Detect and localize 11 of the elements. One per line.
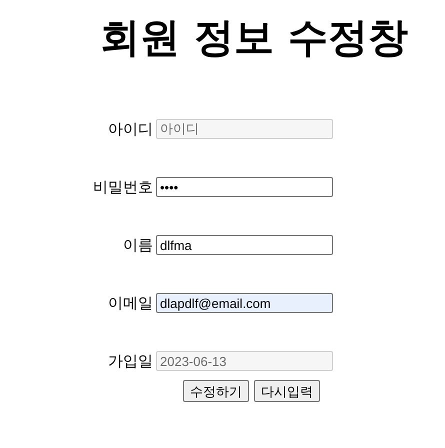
text-field[interactable]: dlapdlf@email.com [156, 293, 333, 313]
reset-button[interactable]: 다시입력 [254, 380, 320, 402]
field-label: 이름 [122, 236, 154, 254]
field-label: 이메일 [107, 294, 154, 312]
text-field[interactable]: dlfma [156, 235, 333, 255]
submit-button[interactable]: 수정하기 [183, 380, 249, 402]
field-label: 가입일 [107, 352, 154, 370]
text-field[interactable]: •••• [156, 177, 333, 197]
page-title: 회원 정보 수정창 [100, 14, 409, 63]
field-label: 비밀번호 [92, 178, 154, 196]
field-label: 아이디 [107, 120, 154, 138]
